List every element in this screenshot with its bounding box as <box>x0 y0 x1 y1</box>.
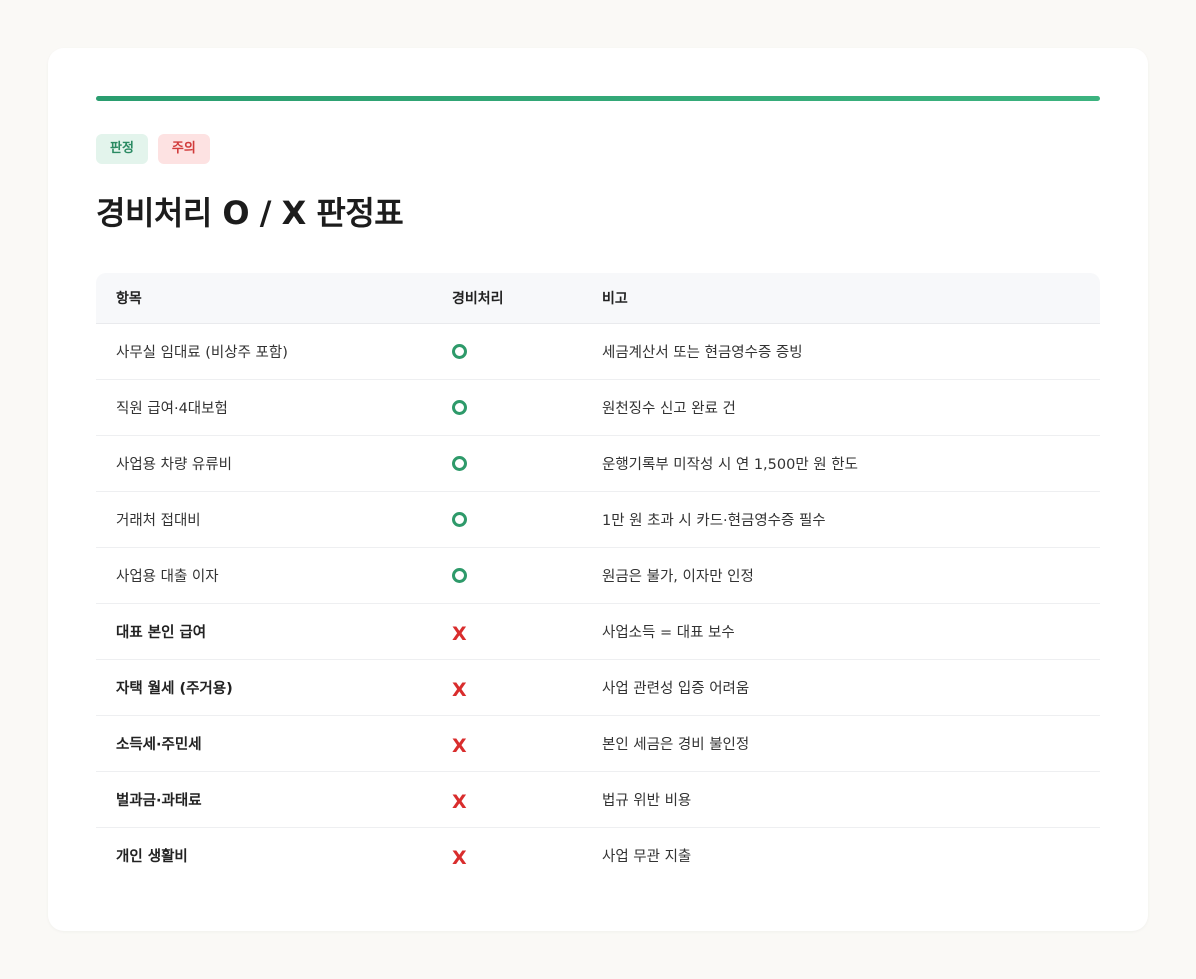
row-verdict: X <box>452 787 602 813</box>
row-note: 사업소득 = 대표 보수 <box>602 625 735 641</box>
row-note: 사업 관련성 입증 어려움 <box>602 681 750 697</box>
table-row: 개인 생활비 X 사업 무관 지출 <box>96 828 1100 883</box>
row-item: 사업용 대출 이자 <box>116 569 219 585</box>
row-item: 사업용 차량 유류비 <box>116 457 232 473</box>
x-mark-icon: X <box>452 790 467 813</box>
x-mark-icon: X <box>452 622 467 645</box>
header-note: 비고 <box>602 291 628 307</box>
circle-o-icon <box>452 512 467 527</box>
row-note: 원금은 불가, 이자만 인정 <box>602 569 754 585</box>
table-row: 벌과금·과태료 X 법규 위반 비용 <box>96 772 1100 828</box>
table-row: 사업용 대출 이자 원금은 불가, 이자만 인정 <box>96 548 1100 604</box>
row-verdict <box>452 564 602 587</box>
row-verdict <box>452 508 602 531</box>
table-row: 자택 월세 (주거용) X 사업 관련성 입증 어려움 <box>96 660 1100 716</box>
row-item: 사무실 임대료 (비상주 포함) <box>116 345 288 361</box>
circle-o-icon <box>452 456 467 471</box>
table-row: 직원 급여·4대보험 원천징수 신고 완료 건 <box>96 380 1100 436</box>
page-title: 경비처리 O / X 판정표 <box>96 194 404 232</box>
badge-group: 판정 주의 <box>96 134 210 164</box>
row-verdict <box>452 396 602 419</box>
table-row: 대표 본인 급여 X 사업소득 = 대표 보수 <box>96 604 1100 660</box>
table-body: 사무실 임대료 (비상주 포함) 세금계산서 또는 현금영수증 증빙직원 급여·4… <box>96 324 1100 883</box>
row-item: 개인 생활비 <box>116 849 188 865</box>
accent-bar <box>96 96 1100 101</box>
content-card: 판정 주의 경비처리 O / X 판정표 항목 경비처리 비고 사무실 임대료 … <box>48 48 1148 931</box>
row-item: 대표 본인 급여 <box>116 625 207 641</box>
circle-o-icon <box>452 344 467 359</box>
row-item: 거래처 접대비 <box>116 513 201 529</box>
table-row: 사무실 임대료 (비상주 포함) 세금계산서 또는 현금영수증 증빙 <box>96 324 1100 380</box>
row-verdict: X <box>452 619 602 645</box>
row-verdict <box>452 340 602 363</box>
row-verdict: X <box>452 675 602 701</box>
row-note: 운행기록부 미작성 시 연 1,500만 원 한도 <box>602 457 858 473</box>
row-note: 사업 무관 지출 <box>602 849 692 865</box>
table-row: 소득세·주민세 X 본인 세금은 경비 불인정 <box>96 716 1100 772</box>
caution-badge: 주의 <box>157 134 210 164</box>
row-item: 직원 급여·4대보험 <box>116 401 228 417</box>
table-row: 사업용 차량 유류비 운행기록부 미작성 시 연 1,500만 원 한도 <box>96 436 1100 492</box>
row-verdict: X <box>452 843 602 869</box>
row-verdict: X <box>452 731 602 757</box>
row-item: 자택 월세 (주거용) <box>116 681 233 697</box>
table-row: 거래처 접대비 1만 원 초과 시 카드·현금영수증 필수 <box>96 492 1100 548</box>
row-item: 소득세·주민세 <box>116 737 202 753</box>
verdict-badge: 판정 <box>96 134 148 164</box>
header-expense: 경비처리 <box>452 291 504 307</box>
row-note: 법규 위반 비용 <box>602 793 692 809</box>
row-verdict <box>452 452 602 475</box>
row-note: 원천징수 신고 완료 건 <box>602 401 736 417</box>
header-item: 항목 <box>116 291 142 307</box>
circle-o-icon <box>452 400 467 415</box>
row-item: 벌과금·과태료 <box>116 793 202 809</box>
x-mark-icon: X <box>452 734 467 757</box>
table-header: 항목 경비처리 비고 <box>96 273 1100 324</box>
x-mark-icon: X <box>452 846 467 869</box>
row-note: 1만 원 초과 시 카드·현금영수증 필수 <box>602 513 826 529</box>
verdict-table: 항목 경비처리 비고 사무실 임대료 (비상주 포함) 세금계산서 또는 현금영수… <box>96 273 1100 883</box>
x-mark-icon: X <box>452 678 467 701</box>
row-note: 본인 세금은 경비 불인정 <box>602 737 750 753</box>
circle-o-icon <box>452 568 467 583</box>
row-note: 세금계산서 또는 현금영수증 증빙 <box>602 345 803 361</box>
